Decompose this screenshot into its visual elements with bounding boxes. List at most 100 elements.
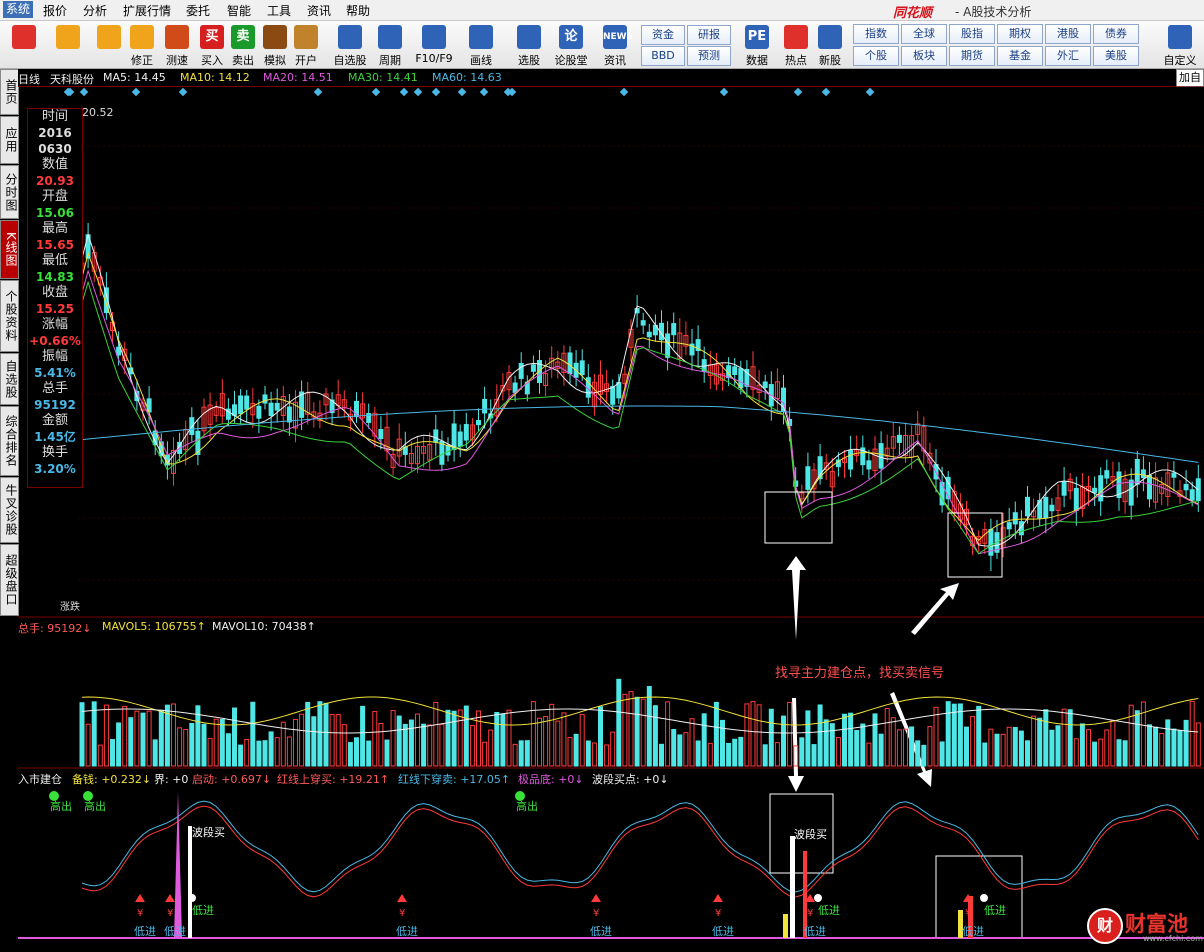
- menu-item-2[interactable]: 分析: [83, 2, 107, 19]
- menu-item-7[interactable]: 资讯: [307, 2, 331, 19]
- quick-button-3[interactable]: 期权: [997, 24, 1043, 44]
- high-label: 高出: [50, 799, 72, 813]
- indicator-header-1: 备钱: +0.232↓: [72, 773, 152, 786]
- side-tab-5[interactable]: 自选股: [0, 353, 19, 405]
- mid-button-2[interactable]: BBD: [641, 46, 685, 66]
- quick-button-5[interactable]: 债券: [1093, 24, 1139, 44]
- toolbar-button-13[interactable]: 选股: [510, 21, 548, 68]
- side-tab-0[interactable]: 首页: [0, 69, 19, 115]
- toolbar-button-11[interactable]: F10/F9: [412, 21, 456, 68]
- quick-button-6[interactable]: 个股: [853, 46, 899, 66]
- candle-body: [1061, 481, 1067, 496]
- toolbar-button-1[interactable]: [50, 21, 86, 68]
- candle-body: [805, 466, 811, 490]
- quick-button-2[interactable]: 股指: [949, 24, 995, 44]
- toolbar-button-10[interactable]: 周期: [372, 21, 408, 68]
- volume-bar: [567, 736, 573, 767]
- data-panel-value-0: 2016: [38, 126, 72, 140]
- side-tab-4[interactable]: 个股资料: [0, 280, 19, 352]
- menu-item-6[interactable]: 工具: [267, 2, 291, 19]
- spike-bar: [174, 791, 182, 938]
- candle-body: [610, 385, 616, 405]
- volume-bar: [695, 740, 701, 767]
- volume-bar: [238, 744, 244, 767]
- volume-bar: [1031, 715, 1037, 767]
- wave-bar: [188, 826, 192, 938]
- mid-button-3[interactable]: 预测: [687, 46, 731, 66]
- data-panel-value-4: 15.65: [36, 238, 74, 252]
- menu-item-3[interactable]: 扩展行情: [123, 2, 171, 19]
- low-entry-label: 低进: [818, 904, 840, 917]
- volume-bar: [128, 717, 134, 767]
- toolbar-button-9[interactable]: 自选股: [330, 21, 370, 68]
- toolbar-button-14[interactable]: 论论股堂: [551, 21, 591, 68]
- toolbar-button-12[interactable]: 画线: [462, 21, 500, 68]
- data-panel-value-1: 0630: [38, 142, 72, 156]
- toolbar-button-3[interactable]: 修正: [127, 21, 157, 68]
- volume-bar: [323, 702, 329, 767]
- volume-bar: [585, 740, 591, 767]
- side-tab-3[interactable]: K线图: [0, 220, 19, 279]
- volume-bar: [549, 703, 555, 767]
- quick-button-1[interactable]: 全球: [901, 24, 947, 44]
- high-label: 高出: [84, 799, 106, 813]
- toolbar-button-8[interactable]: 开户: [290, 21, 322, 68]
- quick-button-8[interactable]: 期货: [949, 46, 995, 66]
- yen-icon: ¥: [399, 908, 405, 919]
- volume-bar: [1189, 700, 1195, 767]
- data-panel-value-2: 20.93: [36, 174, 74, 188]
- window-subtitle: - A股技术分析: [955, 5, 1032, 19]
- volume-bar: [518, 740, 524, 767]
- mid-button-0[interactable]: 资金: [641, 25, 685, 45]
- toolbar-button-5[interactable]: 买买入: [197, 21, 227, 68]
- toolbar-button-19[interactable]: 自定义: [1158, 21, 1202, 68]
- toolbar-button-2[interactable]: [94, 21, 124, 68]
- arrow-up-icon: [786, 556, 806, 640]
- kline-chart[interactable]: 20.52涨跌高出 高出 高出¥低进¥低进¥低进¥低进¥低进¥低进¥低进波段买 波段买…: [18, 86, 1204, 952]
- side-tab-2[interactable]: 分时图: [0, 165, 19, 219]
- side-tab-6[interactable]: 综合排名: [0, 406, 19, 476]
- menu-item-0[interactable]: 系统: [3, 1, 34, 18]
- volume-bar: [1110, 720, 1116, 767]
- quick-button-0[interactable]: 指数: [853, 24, 899, 44]
- volume-bar: [366, 740, 372, 767]
- toolbar-button-0[interactable]: [6, 21, 42, 68]
- new-stock-icon: [818, 25, 842, 49]
- toolbar-button-4[interactable]: 测速: [160, 21, 194, 68]
- toolbar-button-18[interactable]: 新股: [813, 21, 847, 68]
- toolbar-button-17[interactable]: 热点: [779, 21, 813, 68]
- volume-bar: [177, 727, 183, 767]
- quick-button-11[interactable]: 美股: [1093, 46, 1139, 66]
- menu-item-5[interactable]: 智能: [227, 2, 251, 19]
- toolbar-button-15[interactable]: NEWS 资讯: [596, 21, 634, 68]
- volume-bar: [939, 741, 945, 767]
- toolbar-button-16[interactable]: PE 数据: [742, 21, 772, 68]
- candle-body: [878, 443, 884, 469]
- watermark: 财 财富池 www.cfchi.com: [1083, 906, 1203, 946]
- volume-bar: [976, 705, 982, 767]
- side-tab-8[interactable]: 超级盘口: [0, 544, 19, 616]
- mid-button-1[interactable]: 研报: [687, 25, 731, 45]
- volume-bar: [232, 707, 237, 767]
- quick-button-4[interactable]: 港股: [1045, 24, 1091, 44]
- quick-button-10[interactable]: 外汇: [1045, 46, 1091, 66]
- toolbar-button-6[interactable]: 卖卖出: [228, 21, 258, 68]
- side-tab-1[interactable]: 应用: [0, 116, 19, 164]
- side-tab-7[interactable]: 牛叉诊股: [0, 477, 19, 543]
- volume-header-2: MAVOL10: 70438↑: [212, 620, 316, 633]
- quick-button-9[interactable]: 基金: [997, 46, 1043, 66]
- menu-item-8[interactable]: 帮助: [346, 2, 370, 19]
- toolbar-button-7[interactable]: 模拟: [260, 21, 290, 68]
- volume-bar: [463, 705, 469, 767]
- volume-bar: [189, 722, 195, 767]
- volume-bar: [116, 722, 122, 767]
- menu-item-1[interactable]: 报价: [43, 2, 67, 19]
- volume-header-0: 总手: 95192↓: [18, 622, 92, 635]
- quick-button-7[interactable]: 板块: [901, 46, 947, 66]
- volume-bar: [457, 709, 463, 767]
- volume-bar: [207, 737, 213, 767]
- wave-buy-label: 波段买: [794, 827, 827, 841]
- volume-bar: [854, 730, 860, 767]
- menu-item-4[interactable]: 委托: [186, 2, 210, 19]
- add-favorite-button[interactable]: 加自: [1176, 69, 1204, 87]
